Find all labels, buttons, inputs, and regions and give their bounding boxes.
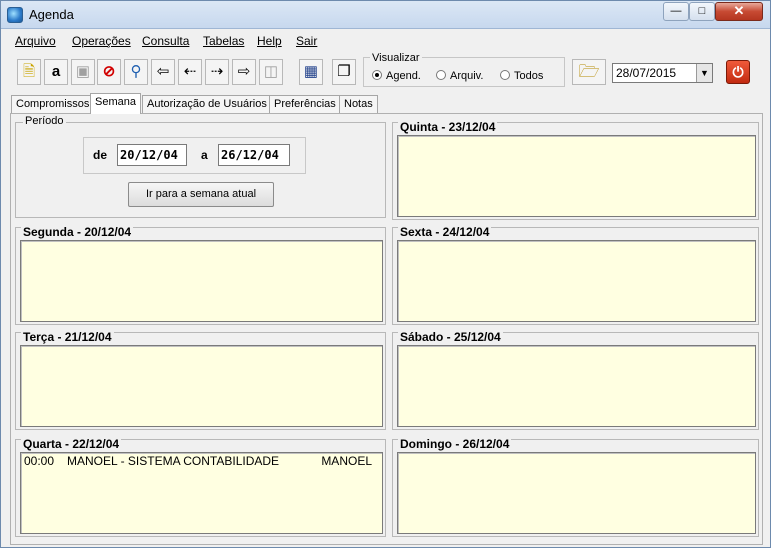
date-value: 28/07/2015 — [616, 66, 677, 80]
copy-icon[interactable]: ❐ — [332, 59, 356, 85]
date-select[interactable]: 28/07/2015 ▼ — [612, 63, 713, 83]
window-title: Agenda — [29, 7, 74, 22]
visualizar-group: Visualizar Agend. Arquiv. Todos — [363, 52, 565, 87]
cancel-icon[interactable]: ⊘ — [97, 59, 121, 85]
day-list[interactable] — [397, 135, 756, 217]
search-icon[interactable]: ⚲ — [124, 59, 148, 85]
entry-description: MANOEL - SISTEMA CONTABILIDADE — [67, 454, 280, 468]
menu-arquivo[interactable]: Arquivo — [15, 34, 56, 48]
menu-consulta[interactable]: Consulta — [142, 34, 189, 48]
radio-dot-icon — [500, 70, 510, 80]
save-icon[interactable]: ▣ — [71, 59, 95, 85]
close-button[interactable]: ✕ — [715, 2, 763, 21]
delete-icon[interactable]: ◫ — [259, 59, 283, 85]
radio-todos[interactable]: Todos — [500, 70, 543, 82]
radio-agend-label: Agend. — [386, 70, 421, 82]
day-title: Terça - 21/12/04 — [21, 330, 114, 344]
tab-preferencias[interactable]: Preferências — [269, 95, 341, 113]
day-list[interactable] — [397, 240, 756, 322]
tab-semana[interactable]: Semana — [90, 93, 141, 114]
day-list[interactable] — [397, 345, 756, 427]
tab-notas[interactable]: Notas — [339, 95, 378, 113]
from-date-input[interactable]: 20/12/04 — [117, 144, 187, 166]
radio-arquiv[interactable]: Arquiv. — [436, 70, 483, 82]
tab-compromissos[interactable]: Compromissos — [11, 95, 95, 113]
list-item[interactable]: 00:00 MANOEL - SISTEMA CONTABILIDADE MAN… — [21, 453, 382, 468]
radio-arquiv-label: Arquiv. — [450, 70, 484, 82]
radio-agend[interactable]: Agend. — [372, 70, 421, 82]
entry-user: MANOEL — [321, 454, 372, 468]
day-domingo: Domingo - 26/12/04 — [392, 437, 759, 537]
day-list[interactable] — [20, 240, 383, 322]
periodo-range: de 20/12/04 a 26/12/04 — [83, 137, 306, 174]
last-icon[interactable]: ⇨ — [232, 59, 256, 85]
day-title: Segunda - 20/12/04 — [21, 225, 134, 239]
periodo-group: Período de 20/12/04 a 26/12/04 Ir para a… — [15, 115, 386, 218]
day-terca: Terça - 21/12/04 — [15, 330, 386, 430]
semana-panel: Período de 20/12/04 a 26/12/04 Ir para a… — [10, 113, 763, 545]
day-list[interactable] — [397, 452, 756, 534]
day-sabado: Sábado - 25/12/04 — [392, 330, 759, 430]
tab-autorizacao[interactable]: Autorização de Usuários — [142, 95, 272, 113]
day-title: Quinta - 23/12/04 — [398, 120, 498, 134]
menu-sair[interactable]: Sair — [296, 34, 317, 48]
day-quinta: Quinta - 23/12/04 — [392, 120, 759, 220]
day-title: Sábado - 25/12/04 — [398, 330, 503, 344]
day-segunda: Segunda - 20/12/04 — [15, 225, 386, 325]
first-icon[interactable]: ⇦ — [151, 59, 175, 85]
menu-help[interactable]: Help — [257, 34, 282, 48]
spell-icon[interactable]: a — [44, 59, 68, 85]
menu-operacoes[interactable]: Operações — [72, 34, 131, 48]
new-icon[interactable]: 🗎 — [17, 59, 41, 85]
entry-time: 00:00 — [24, 454, 55, 468]
day-quarta: Quarta - 22/12/04 00:00 MANOEL - SISTEMA… — [15, 437, 386, 537]
app-window: Agenda — □ ✕ Arquivo Operações Consulta … — [0, 0, 771, 548]
current-week-button[interactable]: Ir para a semana atual — [128, 182, 274, 207]
prev-icon[interactable]: ⇠ — [178, 59, 202, 85]
day-title: Quarta - 22/12/04 — [21, 437, 122, 451]
chevron-down-icon[interactable]: ▼ — [696, 64, 712, 82]
visualizar-legend: Visualizar — [370, 52, 422, 64]
radio-dot-icon — [372, 70, 382, 80]
radio-todos-label: Todos — [514, 70, 544, 82]
menu-bar: Arquivo Operações Consulta Tabelas Help … — [1, 31, 770, 51]
toolbar: 🗎 a ▣ ⊘ ⚲ ⇦ ⇠ ⇢ ⇨ ◫ ▦ ❐ Visualizar Agend… — [1, 52, 770, 93]
day-list[interactable] — [20, 345, 383, 427]
day-list[interactable]: 00:00 MANOEL - SISTEMA CONTABILIDADE MAN… — [20, 452, 383, 534]
power-icon[interactable]: ⏻ — [726, 60, 750, 84]
folder-icon[interactable]: 🗁 — [572, 59, 606, 85]
maximize-button[interactable]: □ — [689, 2, 715, 21]
to-label: a — [201, 148, 208, 162]
calendar-icon[interactable]: ▦ — [299, 59, 323, 85]
title-bar: Agenda — □ ✕ — [1, 1, 770, 29]
to-date-input[interactable]: 26/12/04 — [218, 144, 290, 166]
day-title: Sexta - 24/12/04 — [398, 225, 492, 239]
periodo-legend: Período — [23, 115, 66, 127]
day-sexta: Sexta - 24/12/04 — [392, 225, 759, 325]
app-icon — [7, 7, 23, 23]
radio-dot-icon — [436, 70, 446, 80]
menu-tabelas[interactable]: Tabelas — [203, 34, 244, 48]
minimize-button[interactable]: — — [663, 2, 689, 21]
next-icon[interactable]: ⇢ — [205, 59, 229, 85]
from-label: de — [93, 148, 108, 162]
day-title: Domingo - 26/12/04 — [398, 437, 512, 451]
